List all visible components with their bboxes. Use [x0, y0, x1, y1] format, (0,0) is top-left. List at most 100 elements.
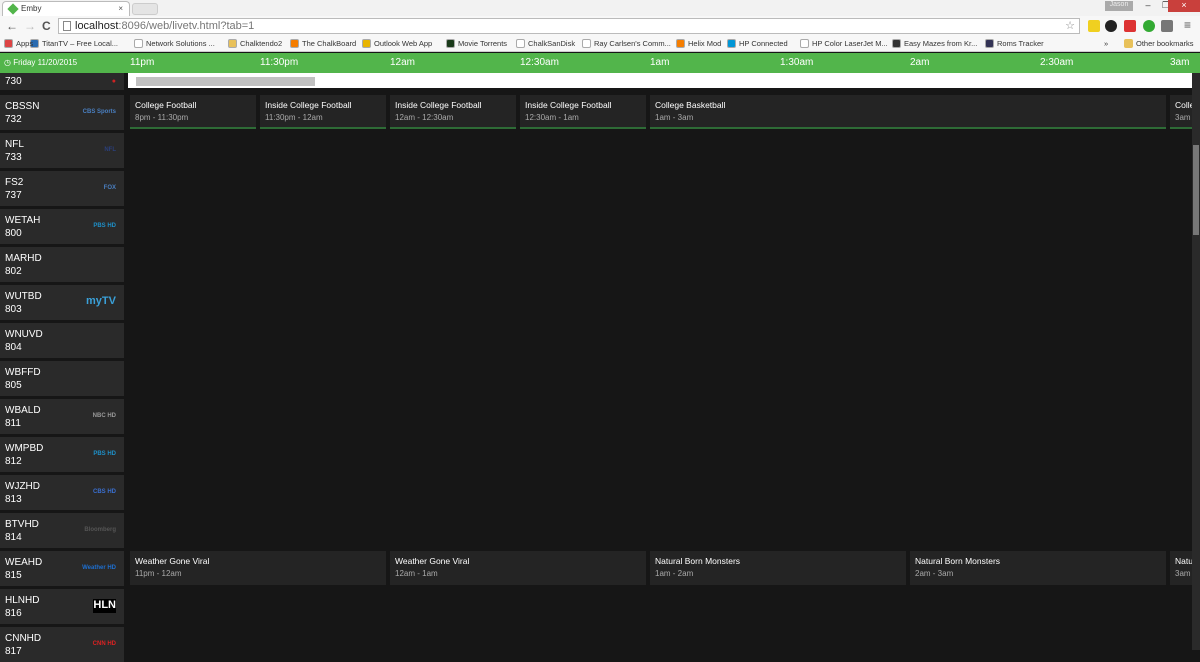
extension-icon[interactable] [1088, 20, 1100, 32]
guide-date: ◷ Friday 11/20/2015 [4, 58, 78, 67]
program-time: 1am - 2am [655, 569, 694, 578]
forward-button[interactable]: → [24, 19, 36, 33]
channel-header[interactable]: WBFFD 805 [0, 361, 124, 396]
timeline-header: ◷ Friday 11/20/2015 11pm 11:30pm 12am 12:30… [0, 53, 1200, 73]
channel-logo-text: Bloomberg [84, 527, 116, 533]
program-cell[interactable]: Weather Gone Viral 11pm - 12am [130, 551, 386, 585]
vertical-scrollbar[interactable] [1192, 73, 1200, 650]
back-button[interactable]: ← [6, 19, 18, 33]
bookmark-item[interactable]: TitanTV – Free Local... [30, 39, 118, 48]
extension-evernote-icon[interactable] [1143, 20, 1155, 32]
bookmark-favicon-icon [516, 39, 525, 48]
program-title: Natural Born Monsters [1175, 556, 1192, 566]
emby-favicon-icon [7, 3, 19, 15]
chrome-menu-icon[interactable]: ≡ [1184, 18, 1191, 32]
channel-logo-icon: myTV [86, 295, 116, 309]
channel-header-partial[interactable]: 730 ● [0, 73, 124, 90]
channel-header[interactable]: MARHD 802 [0, 247, 124, 282]
channel-logo-text: NBC HD [92, 413, 116, 419]
bookmark-item[interactable]: ChalkSanDisk [516, 39, 575, 48]
bookmark-item[interactable]: Helix Mod [676, 39, 721, 48]
program-time: 1am - 3am [655, 113, 694, 122]
channel-header[interactable]: WBALD 811 NBC HD [0, 399, 124, 434]
reload-button[interactable]: C [42, 19, 51, 33]
channel-header[interactable]: FS2 737 FOX [0, 171, 124, 206]
channel-name: WNUVD [5, 329, 43, 340]
channel-logo-icon: PBS HD [93, 447, 116, 461]
bookmark-label: Ray Carlsen's Comm... [594, 39, 671, 48]
program-title: Inside College Football [265, 100, 352, 110]
program-cell[interactable]: Inside College Football 11:30pm - 12am [260, 95, 386, 129]
program-title: Natural Born Monsters [655, 556, 741, 566]
horizontal-scrollbar[interactable] [128, 73, 1195, 88]
bookmark-item[interactable]: Easy Mazes from Kr... [892, 39, 977, 48]
channel-header[interactable]: NFL 733 NFL [0, 133, 124, 168]
bookmark-item[interactable]: Roms Tracker [985, 39, 1044, 48]
channel-logo-text: CBS Sports [82, 109, 116, 115]
bookmark-item[interactable]: Ray Carlsen's Comm... [582, 39, 671, 48]
bookmark-label: HP Connected [739, 39, 788, 48]
program-cell[interactable]: College Football 8pm - 11:30pm [130, 95, 256, 129]
bookmark-label: Apps [16, 39, 34, 48]
channel-header[interactable]: BTVHD 814 Bloomberg [0, 513, 124, 548]
channel-header[interactable]: WEAHD 815 Weather HD [0, 551, 124, 586]
bookmark-label: Network Solutions ... [146, 39, 215, 48]
extension-lastpass-icon[interactable] [1124, 20, 1136, 32]
bookmark-item[interactable]: The ChalkBoard [290, 39, 356, 48]
tab-close-icon[interactable]: × [118, 4, 123, 13]
program-time: 3am [1175, 569, 1191, 578]
channel-logo-icon: CNN HD [93, 637, 116, 651]
bookmark-item[interactable]: Network Solutions ... [134, 39, 215, 48]
program-cell[interactable]: Natural Born Monsters 2am - 3am [910, 551, 1166, 585]
program-cell[interactable]: Natural Born Monsters 1am - 2am [650, 551, 906, 585]
channel-header[interactable]: CBSSN 732 CBS Sports [0, 95, 124, 130]
scrollbar-thumb[interactable] [136, 77, 315, 86]
channel-header[interactable]: CNNHD 817 CNN HD [0, 627, 124, 662]
page-icon [63, 21, 71, 31]
time-slot-label: 3am [1170, 57, 1190, 68]
program-cell[interactable]: Weather Gone Viral 12am - 1am [390, 551, 646, 585]
other-bookmarks[interactable]: Other bookmarks [1124, 39, 1194, 48]
user-profile-badge[interactable]: Jason [1105, 1, 1133, 11]
channel-number: 805 [5, 380, 22, 391]
bookmarks-overflow[interactable]: » [1104, 39, 1108, 48]
program-cell[interactable]: College Basketball 3am [1170, 95, 1192, 129]
url-input[interactable]: localhost:8096/web/livetv.html?tab=1 ☆ [58, 18, 1080, 34]
bookmark-label: ChalkSanDisk [528, 39, 576, 48]
time-slot-label: 1:30am [780, 57, 814, 68]
bookmark-item[interactable]: Outlook Web App [362, 39, 432, 48]
channel-logo-icon: CBS HD [93, 485, 116, 499]
program-cell[interactable]: Natural Born Monsters 3am [1170, 551, 1192, 585]
new-tab-button[interactable] [132, 3, 158, 15]
time-slot-label: 2am [910, 57, 930, 68]
scrollbar-thumb[interactable] [1193, 145, 1199, 235]
channel-header[interactable]: HLNHD 816 HLN [0, 589, 124, 624]
channel-logo-text: HLN [93, 599, 116, 611]
program-cell[interactable]: College Basketball 1am - 3am [650, 95, 1166, 129]
browser-tab[interactable]: Emby × [2, 1, 130, 16]
program-cell[interactable]: Inside College Football 12am - 12:30am [390, 95, 516, 129]
channel-header[interactable]: WMPBD 812 PBS HD [0, 437, 124, 472]
extension-icon[interactable] [1161, 20, 1173, 32]
program-cell[interactable]: Inside College Football 12:30am - 1am [520, 95, 646, 129]
bookmark-star-icon[interactable]: ☆ [1065, 19, 1075, 32]
bookmark-item[interactable]: Chalktendo2 [228, 39, 282, 48]
bookmark-favicon-icon [892, 39, 901, 48]
bookmark-item[interactable]: HP Connected [727, 39, 788, 48]
program-time: 12:30am - 1am [525, 113, 579, 122]
bookmark-favicon-icon [800, 39, 809, 48]
bookmark-label: TitanTV – Free Local... [42, 39, 119, 48]
channel-header[interactable]: WETAH 800 PBS HD [0, 209, 124, 244]
channel-logo-icon: HLN [93, 599, 116, 613]
program-title: Inside College Football [525, 100, 612, 110]
bookmark-item[interactable]: Movie Torrents [446, 39, 507, 48]
channel-header[interactable]: WUTBD 803 myTV [0, 285, 124, 320]
channel-header[interactable]: WNUVD 804 [0, 323, 124, 358]
bookmark-item[interactable]: HP Color LaserJet M... [800, 39, 888, 48]
channel-logo-text: PBS HD [93, 223, 116, 229]
close-window-button[interactable]: × [1168, 0, 1200, 12]
time-slot-label: 12:30am [520, 57, 559, 68]
channel-header[interactable]: WJZHD 813 CBS HD [0, 475, 124, 510]
extension-moon-icon[interactable] [1105, 20, 1117, 32]
bookmark-item[interactable]: Apps [4, 39, 33, 48]
